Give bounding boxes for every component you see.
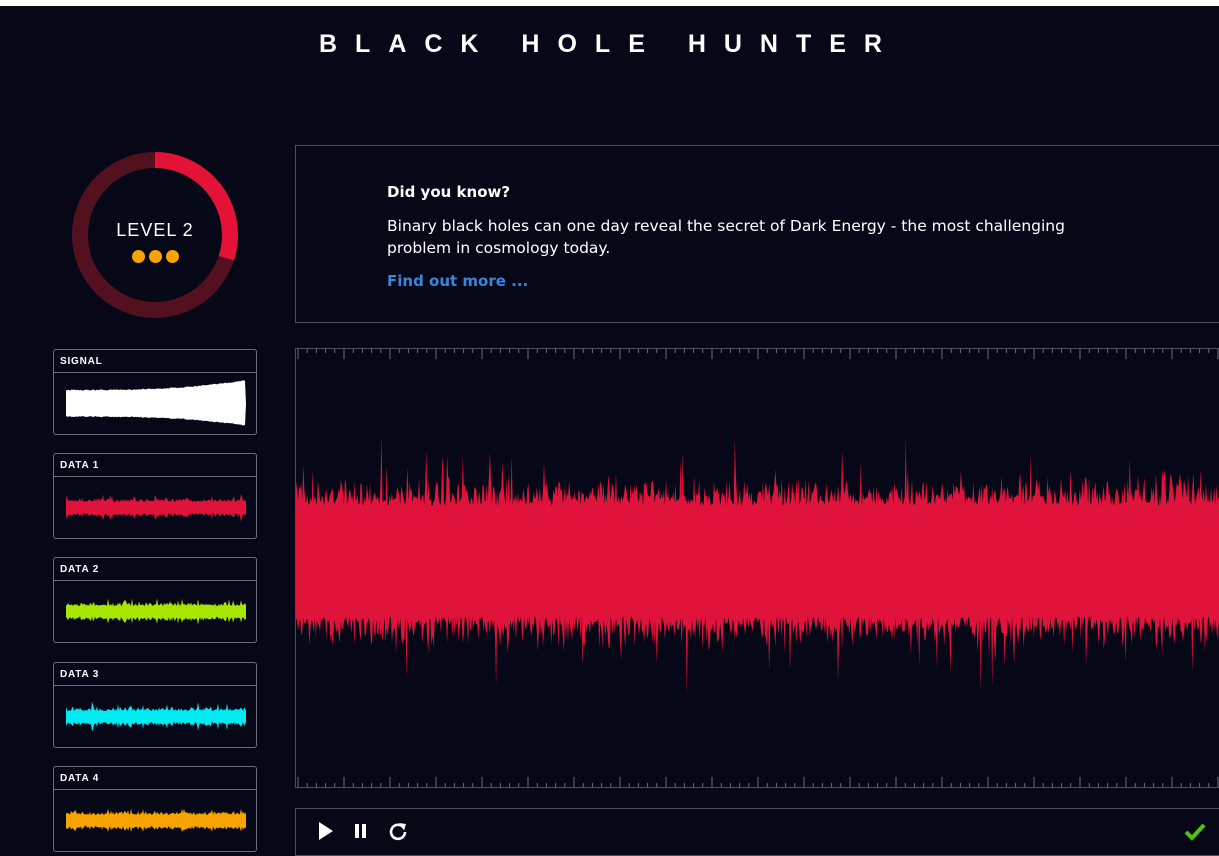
signal-card-label: DATA 4 (54, 767, 256, 790)
signal-thumbnail (66, 380, 246, 426)
top-strip (0, 0, 1219, 6)
data-3-thumbnail (66, 701, 246, 732)
waveform-canvas (296, 349, 1219, 787)
signal-card-label: DATA 2 (54, 558, 256, 581)
waveform-shape (66, 598, 246, 625)
level-label: LEVEL 2 (116, 220, 194, 240)
playback-controls (295, 808, 1219, 856)
waveform-shape (66, 808, 246, 833)
info-body: Binary black holes can one day reveal th… (387, 217, 1065, 257)
signal-card-data-4[interactable]: DATA 4 (53, 766, 257, 852)
signal-card-label: DATA 3 (54, 663, 256, 686)
find-out-more-link[interactable]: Find out more ... (387, 272, 528, 290)
signal-card-data-2[interactable]: DATA 2 (53, 557, 257, 643)
main-waveform (296, 434, 1219, 696)
signal-card-data-1[interactable]: DATA 1 (53, 453, 257, 539)
waveform-shape (66, 380, 246, 426)
pause-icon[interactable] (354, 821, 368, 841)
level-dots (70, 248, 240, 267)
info-title: Did you know? (387, 183, 511, 201)
check-icon[interactable] (1184, 821, 1206, 841)
data-1-thumbnail (66, 493, 246, 522)
signal-card-signal[interactable]: SIGNAL (53, 349, 257, 435)
play-icon[interactable] (318, 821, 334, 841)
waveform-plot (295, 348, 1219, 788)
page-title: BLACK HOLE HUNTER (319, 30, 900, 58)
level-dot (131, 250, 145, 263)
signal-card-data-3[interactable]: DATA 3 (53, 662, 257, 748)
level-dot (165, 250, 179, 263)
level-dot (148, 250, 162, 263)
data-2-thumbnail (66, 598, 246, 625)
restart-icon[interactable] (388, 821, 408, 841)
signal-card-label: DATA 1 (54, 454, 256, 477)
data-4-thumbnail (66, 808, 246, 833)
waveform-shape (66, 493, 246, 522)
signal-card-label: SIGNAL (54, 350, 256, 373)
info-panel: Did you know? Binary black holes can one… (295, 145, 1219, 323)
waveform-shape (66, 701, 246, 732)
level-indicator: LEVEL 2 (70, 150, 240, 320)
